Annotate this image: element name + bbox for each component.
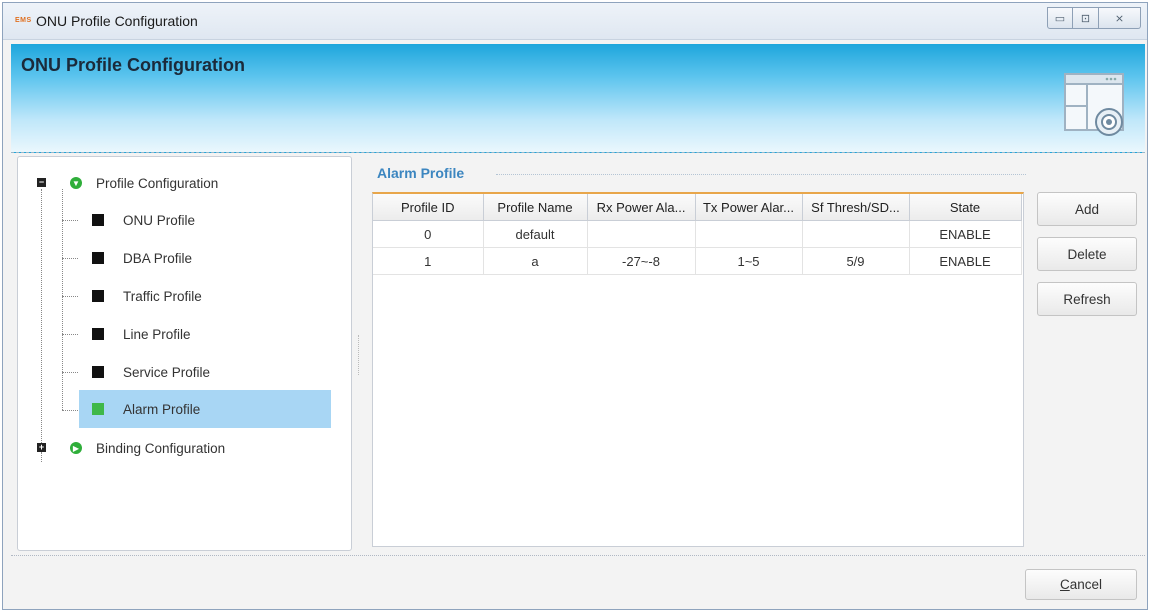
black-square-icon	[92, 328, 104, 340]
table-cell: 1	[373, 247, 484, 275]
tree-node-label: Binding Configuration	[96, 440, 226, 456]
window-controls: ▭ ⊡ ⨯	[1047, 7, 1141, 29]
tree-item-label: Traffic Profile	[123, 288, 202, 304]
profile-tree: − ▼ Profile Configuration ONU Profile DB…	[17, 156, 352, 551]
table-row[interactable]: 1 a -27~-8 1~5 5/9 ENABLE	[373, 247, 1022, 275]
tree-connector	[62, 372, 78, 373]
tree-node-profile-configuration[interactable]: ▼ Profile Configuration	[70, 168, 218, 198]
column-header-rx-power[interactable]: Rx Power Ala...	[587, 194, 696, 221]
cancel-mnemonic: C	[1059, 577, 1070, 592]
splitter-handle[interactable]	[358, 335, 362, 375]
add-button[interactable]: Add	[1037, 192, 1137, 226]
tree-item-label: Service Profile	[123, 364, 211, 380]
collapsed-circle-icon: ▶	[70, 442, 82, 454]
alarm-profile-table: Profile ID Profile Name Rx Power Ala... …	[372, 192, 1024, 547]
table-cell: ENABLE	[909, 220, 1022, 248]
tree-item-service-profile[interactable]: Service Profile	[92, 357, 332, 387]
tree-node-binding-configuration[interactable]: ▶ Binding Configuration	[70, 433, 225, 463]
table-cell: default	[483, 220, 588, 248]
tree-connector	[62, 410, 78, 411]
banner-title: ONU Profile Configuration	[21, 55, 245, 75]
tree-item-label: ONU Profile	[123, 212, 196, 228]
table-cell: -27~-8	[587, 247, 696, 275]
refresh-button[interactable]: Refresh	[1037, 282, 1137, 316]
tree-item-label: Alarm Profile	[123, 401, 201, 417]
green-square-icon	[92, 403, 104, 415]
tree-connector	[62, 334, 78, 335]
collapse-icon[interactable]: −	[37, 178, 46, 187]
app-logo-icon: EMS	[15, 17, 32, 24]
column-header-profile-name[interactable]: Profile Name	[483, 194, 588, 221]
tree-item-dba-profile[interactable]: DBA Profile	[92, 243, 332, 273]
table-cell: 5/9	[802, 247, 910, 275]
tree-item-onu-profile[interactable]: ONU Profile	[92, 205, 332, 235]
expanded-circle-icon: ▼	[70, 177, 82, 189]
close-icon[interactable]: ⨯	[1099, 7, 1141, 29]
header-banner: ONU Profile Configuration	[11, 44, 1145, 153]
expand-icon[interactable]: +	[37, 443, 46, 452]
column-header-state[interactable]: State	[909, 194, 1022, 221]
maximize-icon[interactable]: ⊡	[1073, 7, 1099, 29]
footer-divider	[11, 555, 1145, 556]
table-row[interactable]: 0 default ENABLE	[373, 220, 1022, 248]
black-square-icon	[92, 252, 104, 264]
tree-item-label: DBA Profile	[123, 250, 193, 266]
tree-node-label: Profile Configuration	[96, 175, 219, 191]
table-cell: 0	[373, 220, 484, 248]
window-title: ONU Profile Configuration	[36, 13, 198, 29]
tree-item-line-profile[interactable]: Line Profile	[92, 319, 332, 349]
black-square-icon	[92, 366, 104, 378]
table-cell	[587, 220, 696, 248]
cancel-button[interactable]: Cancel	[1025, 569, 1137, 600]
tree-connector	[62, 258, 78, 259]
delete-button[interactable]: Delete	[1037, 237, 1137, 271]
tree-item-traffic-profile[interactable]: Traffic Profile	[92, 281, 332, 311]
tree-connector	[62, 220, 78, 221]
table-cell	[695, 220, 803, 248]
tree-connector	[62, 296, 78, 297]
table-cell: a	[483, 247, 588, 275]
tree-item-alarm-profile[interactable]: Alarm Profile	[79, 390, 331, 428]
column-header-sf-thresh[interactable]: Sf Thresh/SD...	[802, 194, 910, 221]
dialog-window: EMS ONU Profile Configuration ▭ ⊡ ⨯ ONU …	[2, 2, 1148, 610]
section-divider	[496, 174, 1026, 175]
tree-connector	[41, 189, 42, 447]
minimize-icon[interactable]: ▭	[1047, 7, 1073, 29]
window-settings-icon	[1063, 72, 1125, 143]
cancel-label: ancel	[1069, 577, 1103, 592]
black-square-icon	[92, 214, 104, 226]
tree-item-label: Line Profile	[123, 326, 191, 342]
table-header-row: Profile ID Profile Name Rx Power Ala... …	[373, 194, 1022, 221]
tree-connector	[41, 452, 42, 462]
column-header-profile-id[interactable]: Profile ID	[373, 194, 484, 221]
section-title: Alarm Profile	[377, 165, 465, 181]
table-cell	[802, 220, 910, 248]
tree-connector	[62, 189, 63, 410]
black-square-icon	[92, 290, 104, 302]
title-bar[interactable]: EMS ONU Profile Configuration ▭ ⊡ ⨯	[3, 3, 1147, 40]
column-header-tx-power[interactable]: Tx Power Alar...	[695, 194, 803, 221]
table-cell: ENABLE	[909, 247, 1022, 275]
table-cell: 1~5	[695, 247, 803, 275]
